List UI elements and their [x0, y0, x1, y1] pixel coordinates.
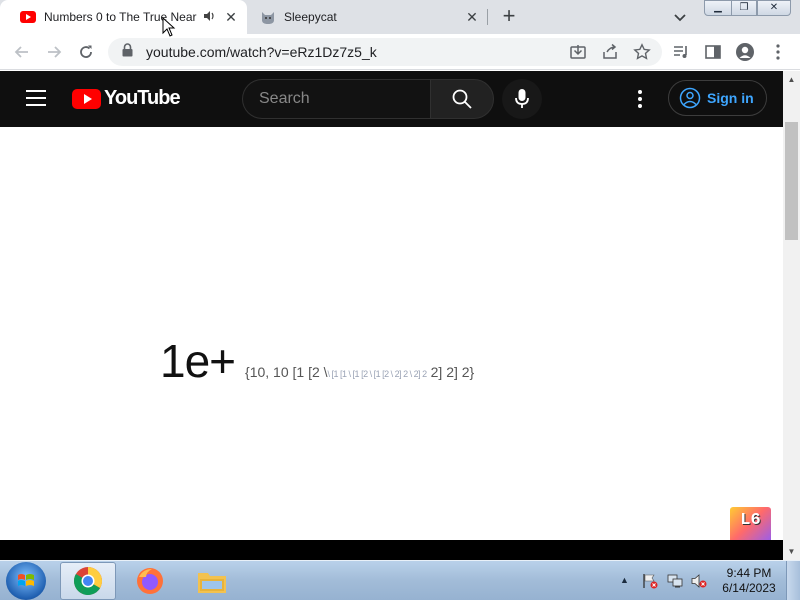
mouse-cursor-icon	[162, 16, 176, 37]
lock-icon[interactable]	[122, 42, 136, 62]
clock-date: 6/14/2023	[722, 581, 776, 595]
windows-taskbar: ▲ 9:44 PM 6/14/2023	[0, 560, 800, 600]
search-input[interactable]	[243, 80, 431, 118]
taskbar-chrome[interactable]	[60, 562, 116, 600]
close-tab-icon[interactable]: ✕	[462, 7, 482, 27]
youtube-header: YouTube	[0, 71, 783, 127]
start-button[interactable]	[6, 562, 46, 600]
clock-time: 9:44 PM	[726, 566, 772, 580]
firefox-icon	[137, 568, 163, 594]
url-text: youtube.com/watch?v=eRz1Dz7z5_k	[146, 44, 377, 60]
hamburger-menu-icon[interactable]	[26, 90, 46, 106]
tab-numbers-video[interactable]: Numbers 0 to The True Near ✕	[0, 0, 247, 34]
microphone-icon	[515, 89, 529, 108]
scroll-up-arrow-icon[interactable]: ▲	[783, 71, 800, 88]
tab-search-chevron-icon[interactable]	[670, 7, 690, 27]
new-tab-button[interactable]: +	[497, 5, 521, 29]
browser-tab-strip: Numbers 0 to The True Near ✕ Sleepycat ✕…	[0, 0, 800, 34]
chrome-icon	[74, 567, 102, 595]
chrome-menu-icon[interactable]	[768, 42, 788, 62]
show-hidden-icons-icon[interactable]: ▲	[620, 575, 629, 585]
settings-more-icon[interactable]	[628, 89, 652, 109]
youtube-play-icon	[72, 88, 101, 109]
tab-sleepycat[interactable]: Sleepycat ✕	[248, 0, 488, 34]
cat-icon	[260, 9, 276, 25]
video-player[interactable]: 1e+ {10, 10 [1 [2 \ \ [1 [1 \ [1 [2 \ [1…	[0, 127, 783, 547]
reload-icon[interactable]	[76, 42, 96, 62]
youtube-wordmark: YouTube	[104, 87, 181, 109]
restore-button[interactable]: ❐	[731, 0, 757, 16]
action-center-flag-icon[interactable]	[642, 573, 658, 589]
video-faint-text: \ [1 [1 \ [1 [2 \ [1 [2 \ 2] 2 \ 2] 2	[327, 369, 428, 379]
video-sub-text: {10, 10 [1 [2 \	[245, 364, 328, 380]
video-main-text: 1e+	[160, 335, 236, 387]
tab-separator	[487, 9, 488, 25]
window-close-button[interactable]: ✕	[757, 0, 791, 16]
desktop-screen: Numbers 0 to The True Near ✕ Sleepycat ✕…	[0, 0, 800, 600]
sign-in-button[interactable]: Sign in	[668, 80, 767, 116]
search-button[interactable]	[430, 79, 494, 119]
taskbar-file-explorer[interactable]	[184, 562, 240, 600]
youtube-logo[interactable]: YouTube	[72, 87, 181, 110]
close-tab-icon[interactable]: ✕	[221, 7, 241, 27]
sign-in-label: Sign in	[707, 90, 754, 106]
search-box[interactable]	[242, 79, 431, 119]
media-control-icon[interactable]	[671, 42, 691, 62]
network-icon[interactable]	[667, 573, 683, 589]
share-icon[interactable]	[600, 42, 620, 62]
forward-arrow-icon[interactable]	[44, 42, 64, 62]
show-desktop-button[interactable]	[786, 561, 800, 600]
account-circle-icon	[679, 87, 701, 109]
side-panel-icon[interactable]	[703, 42, 723, 62]
windows-logo-icon	[18, 574, 34, 586]
system-clock[interactable]: 9:44 PM 6/14/2023	[718, 566, 780, 596]
video-bottom-bar	[0, 540, 783, 560]
minimize-button[interactable]: ▁	[704, 0, 732, 16]
bookmark-star-icon[interactable]	[632, 42, 652, 62]
scroll-thumb[interactable]	[785, 122, 798, 240]
file-explorer-icon	[198, 573, 226, 593]
video-frame-text: 1e+ {10, 10 [1 [2 \ \ [1 [1 \ [1 [2 \ [1…	[160, 334, 474, 388]
voice-search-button[interactable]	[502, 79, 542, 119]
back-arrow-icon[interactable]	[12, 42, 32, 62]
search-icon	[452, 89, 472, 109]
scroll-down-arrow-icon[interactable]: ▼	[783, 543, 800, 560]
taskbar-firefox[interactable]	[122, 562, 178, 600]
speaker-icon[interactable]	[203, 10, 217, 25]
browser-toolbar: youtube.com/watch?v=eRz1Dz7z5_k	[0, 34, 800, 70]
video-sub-text-end: 2] 2] 2}	[430, 364, 475, 380]
volume-muted-icon[interactable]	[691, 573, 707, 589]
tab-title: Sleepycat	[284, 10, 337, 24]
install-app-icon[interactable]	[568, 42, 588, 62]
profile-avatar-icon[interactable]	[735, 42, 755, 62]
page-scrollbar[interactable]: ▲ ▼	[783, 71, 800, 560]
youtube-icon	[20, 9, 36, 25]
